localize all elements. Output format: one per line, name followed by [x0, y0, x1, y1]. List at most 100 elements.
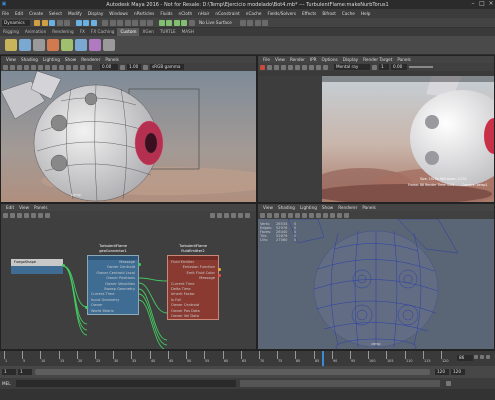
viewport-persp-wireframe[interactable]: persp View Shading Lighting Show Rendere…	[0, 55, 257, 203]
vp1-menu-show[interactable]: Show	[65, 56, 76, 63]
vp1-menu-shading[interactable]: Shading	[21, 56, 38, 63]
open-scene-icon[interactable]	[41, 19, 48, 26]
select-hierarchy-icon[interactable]	[75, 19, 82, 26]
textured-icon[interactable]	[309, 212, 314, 218]
vp4-menu-renderer[interactable]: Renderer	[338, 204, 357, 211]
undo-icon[interactable]	[56, 19, 63, 26]
menu-bifrost[interactable]: Bifrost	[322, 11, 336, 16]
vp4-menu-lighting[interactable]: Lighting	[300, 204, 317, 211]
menu-nconstraint[interactable]: nConstraint	[215, 11, 239, 16]
settings-icon[interactable]	[372, 64, 377, 70]
shelf-tool-icon[interactable]	[103, 39, 115, 51]
shelf-tool-icon[interactable]	[75, 39, 87, 51]
rv-menu-ipr[interactable]: IPR	[310, 56, 317, 63]
menu-nparticles[interactable]: nParticles	[134, 11, 154, 16]
play-forward-icon[interactable]	[480, 355, 484, 359]
menu-effects[interactable]: Effects	[302, 11, 316, 16]
wireframe-icon[interactable]	[52, 64, 57, 70]
vp1-menu-renderer[interactable]: Renderer	[81, 56, 100, 63]
resolution-gate-icon[interactable]	[344, 212, 349, 218]
attr-world-matrix[interactable]: World Matrix	[88, 309, 138, 314]
colorspace-dropdown[interactable]: sRGB gamma	[150, 64, 184, 70]
render-layer-field[interactable]: 1	[379, 64, 389, 70]
output-port[interactable]	[138, 263, 141, 266]
rv-menu-panels[interactable]: Panels	[397, 56, 410, 63]
rv-menu-file[interactable]: File	[263, 56, 270, 63]
alpha-icon[interactable]	[302, 64, 307, 70]
viewport-persp-xray[interactable]: View Shading Lighting Show Renderer Pane…	[257, 203, 495, 350]
render-exposure-field[interactable]: 0.00	[391, 64, 407, 70]
zoom-icon[interactable]	[309, 64, 314, 70]
shelf-tab-rendering[interactable]: Rendering	[49, 28, 76, 36]
rv-menu-render-target[interactable]: Render Target	[363, 56, 392, 63]
attr-owner-vel-data[interactable]: Owner Vel Data	[168, 314, 218, 319]
maximize-button[interactable]: □	[478, 1, 486, 7]
redo-icon[interactable]	[64, 19, 70, 26]
shelf-tab-fx[interactable]: FX	[77, 28, 88, 36]
grid-icon[interactable]	[31, 64, 36, 70]
script-language-label[interactable]: MEL	[2, 381, 16, 386]
gamma-field[interactable]: 1.00	[127, 64, 141, 70]
mask-joints-icon[interactable]	[109, 19, 116, 26]
rv-menu-options[interactable]: Options	[322, 56, 338, 63]
renderer-dropdown[interactable]: Mental ray	[334, 64, 370, 70]
rv-menu-view[interactable]: View	[275, 56, 285, 63]
keep-image-icon[interactable]	[316, 64, 321, 70]
shelf-tool-icon[interactable]	[61, 39, 73, 51]
camera-attributes-icon[interactable]	[267, 212, 272, 218]
shelf-tab-xgen[interactable]: XGen	[139, 28, 156, 36]
select-object-icon[interactable]	[83, 19, 89, 26]
select-component-icon[interactable]	[90, 19, 97, 26]
mask-handles-icon[interactable]	[102, 19, 108, 26]
rv-menu-render[interactable]: Render	[290, 56, 305, 63]
shelf-tab-mash[interactable]: MASH	[179, 28, 197, 36]
snap-point-icon[interactable]	[173, 19, 180, 26]
rgb-icon[interactable]	[295, 64, 300, 70]
node-fuegoshape[interactable]: FuegoShape	[11, 259, 65, 274]
color-management-icon[interactable]	[143, 64, 148, 70]
mask-dynamics-icon[interactable]	[139, 19, 146, 26]
snap-view-plane-icon[interactable]	[181, 19, 187, 26]
camera-select-icon[interactable]	[3, 64, 8, 70]
snapshot-icon[interactable]	[288, 64, 293, 70]
output-port[interactable]	[62, 264, 65, 267]
menu-fields-solvers[interactable]: Fields/Solvers	[267, 11, 296, 16]
command-input[interactable]	[16, 380, 236, 387]
node-fluidemitter[interactable]: TurbulentFlame fluidEmitter2 Fluid Emitt…	[167, 244, 221, 321]
history-icon[interactable]	[239, 19, 246, 26]
ipr-render-icon[interactable]	[254, 19, 261, 26]
shelf-tab-rigging[interactable]: Rigging	[0, 28, 22, 36]
isolate-select-icon[interactable]	[337, 212, 342, 218]
shelf-tool-icon[interactable]	[33, 39, 45, 51]
playback-end-field[interactable]: 120	[435, 369, 449, 375]
lights-icon[interactable]	[316, 212, 321, 218]
vp4-menu-shading[interactable]: Shading	[278, 204, 295, 211]
exposure-field[interactable]: 0.00	[100, 64, 118, 70]
film-gate-icon[interactable]	[38, 64, 43, 70]
bookmark-icon[interactable]	[274, 212, 279, 218]
exposure-slider[interactable]	[409, 66, 433, 68]
shelf-tab-custom[interactable]: Custom	[117, 28, 140, 36]
vp1-menu-lighting[interactable]: Lighting	[43, 56, 60, 63]
gamma-icon[interactable]	[120, 64, 125, 70]
save-scene-icon[interactable]	[49, 19, 55, 26]
menu-ncloth[interactable]: nCloth	[179, 11, 193, 16]
shelf-tool-icon[interactable]	[47, 39, 59, 51]
range-bar[interactable]	[35, 369, 430, 375]
menu-set-dropdown[interactable]: Dynamics	[2, 19, 30, 26]
smooth-shade-icon[interactable]	[59, 64, 64, 70]
vp4-menu-view[interactable]: View	[263, 204, 273, 211]
current-time-indicator[interactable]	[322, 351, 324, 366]
close-button[interactable]: ×	[487, 1, 495, 7]
minimize-button[interactable]: –	[469, 1, 477, 7]
vp4-menu-panels[interactable]: Panels	[362, 204, 375, 211]
image-plane-icon[interactable]	[24, 64, 29, 70]
snap-grid-icon[interactable]	[158, 19, 165, 26]
wireframe-icon[interactable]	[295, 212, 300, 218]
vp1-menu-view[interactable]: View	[6, 56, 16, 63]
lights-icon[interactable]	[73, 64, 78, 70]
mask-surfaces-icon[interactable]	[124, 19, 131, 26]
menu-cache[interactable]: Cache	[342, 11, 355, 16]
mask-deform-icon[interactable]	[132, 19, 138, 26]
end-time-field[interactable]: 120	[451, 369, 465, 375]
